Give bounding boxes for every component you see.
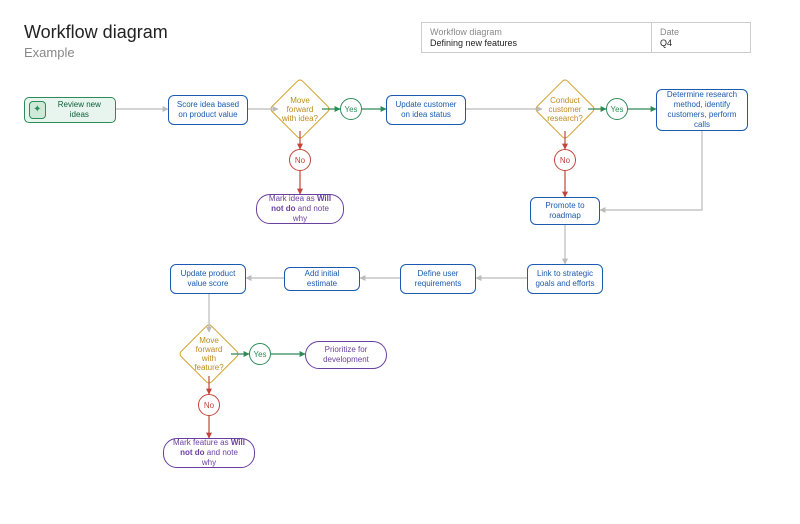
node-label: Add initial estimate: [291, 269, 353, 289]
info-col-date: Date Q4: [652, 23, 750, 52]
info-label: Date: [660, 27, 742, 37]
process-node-link-goals[interactable]: Link to strategic goals and efforts: [527, 264, 603, 294]
node-label: Move forward with feature?: [187, 336, 231, 372]
node-label: Update customer on idea status: [393, 100, 459, 120]
process-node-research[interactable]: Determine research method, identify cust…: [656, 89, 748, 131]
node-label: Update product value score: [177, 269, 239, 289]
decision-outcome-no: No: [198, 394, 220, 416]
run-icon: ✦: [29, 101, 46, 119]
start-node-review-ideas[interactable]: ✦ Review new ideas: [24, 97, 116, 123]
yes-label: Yes: [610, 105, 623, 114]
node-label: Link to strategic goals and efforts: [534, 269, 596, 289]
decision-outcome-yes: Yes: [249, 343, 271, 365]
decision-outcome-yes: Yes: [340, 98, 362, 120]
yes-label: Yes: [344, 105, 357, 114]
node-label: Score idea based on product value: [175, 100, 241, 120]
decision-outcome-yes: Yes: [606, 98, 628, 120]
info-col-name: Workflow diagram Defining new features: [422, 23, 652, 52]
process-node-update-score[interactable]: Update product value score: [170, 264, 246, 294]
info-value: Defining new features: [430, 38, 643, 48]
node-label: Move forward with idea?: [278, 96, 322, 123]
decision-outcome-no: No: [289, 149, 311, 171]
terminal-node-will-not-do-feature[interactable]: Mark feature as Will not do and note why: [163, 438, 255, 468]
page-subtitle: Example: [24, 45, 168, 60]
node-label: Prioritize for development: [314, 345, 378, 365]
terminal-node-will-not-do-idea[interactable]: Mark idea as Will not do and note why: [256, 194, 344, 224]
process-node-define-requirements[interactable]: Define user requirements: [400, 264, 476, 294]
decision-node-conduct-research[interactable]: Conduct customer research?: [543, 87, 587, 131]
info-label: Workflow diagram: [430, 27, 643, 37]
node-label: Review new ideas: [50, 100, 109, 120]
node-label: Mark feature as Will not do and note why: [172, 438, 246, 468]
no-label: No: [560, 156, 570, 165]
process-node-score-idea[interactable]: Score idea based on product value: [168, 95, 248, 125]
info-panel: Workflow diagram Defining new features D…: [421, 22, 751, 53]
node-label: Determine research method, identify cust…: [663, 90, 741, 130]
node-label: Define user requirements: [407, 269, 469, 289]
page-title: Workflow diagram: [24, 22, 168, 43]
no-label: No: [204, 401, 214, 410]
process-node-promote-roadmap[interactable]: Promote to roadmap: [530, 197, 600, 225]
process-node-add-estimate[interactable]: Add initial estimate: [284, 267, 360, 291]
decision-node-move-forward-idea[interactable]: Move forward with idea?: [278, 87, 322, 131]
decision-outcome-no: No: [554, 149, 576, 171]
node-label: Conduct customer research?: [543, 96, 587, 123]
yes-label: Yes: [253, 350, 266, 359]
process-node-update-status[interactable]: Update customer on idea status: [386, 95, 466, 125]
node-label: Mark idea as Will not do and note why: [265, 194, 335, 224]
page-header: Workflow diagram Example: [24, 22, 168, 60]
no-label: No: [295, 156, 305, 165]
node-label: Promote to roadmap: [537, 201, 593, 221]
info-value: Q4: [660, 38, 742, 48]
decision-node-move-forward-feature[interactable]: Move forward with feature?: [187, 332, 231, 376]
terminal-node-prioritize[interactable]: Prioritize for development: [305, 341, 387, 369]
flowchart-edges: [0, 0, 800, 524]
